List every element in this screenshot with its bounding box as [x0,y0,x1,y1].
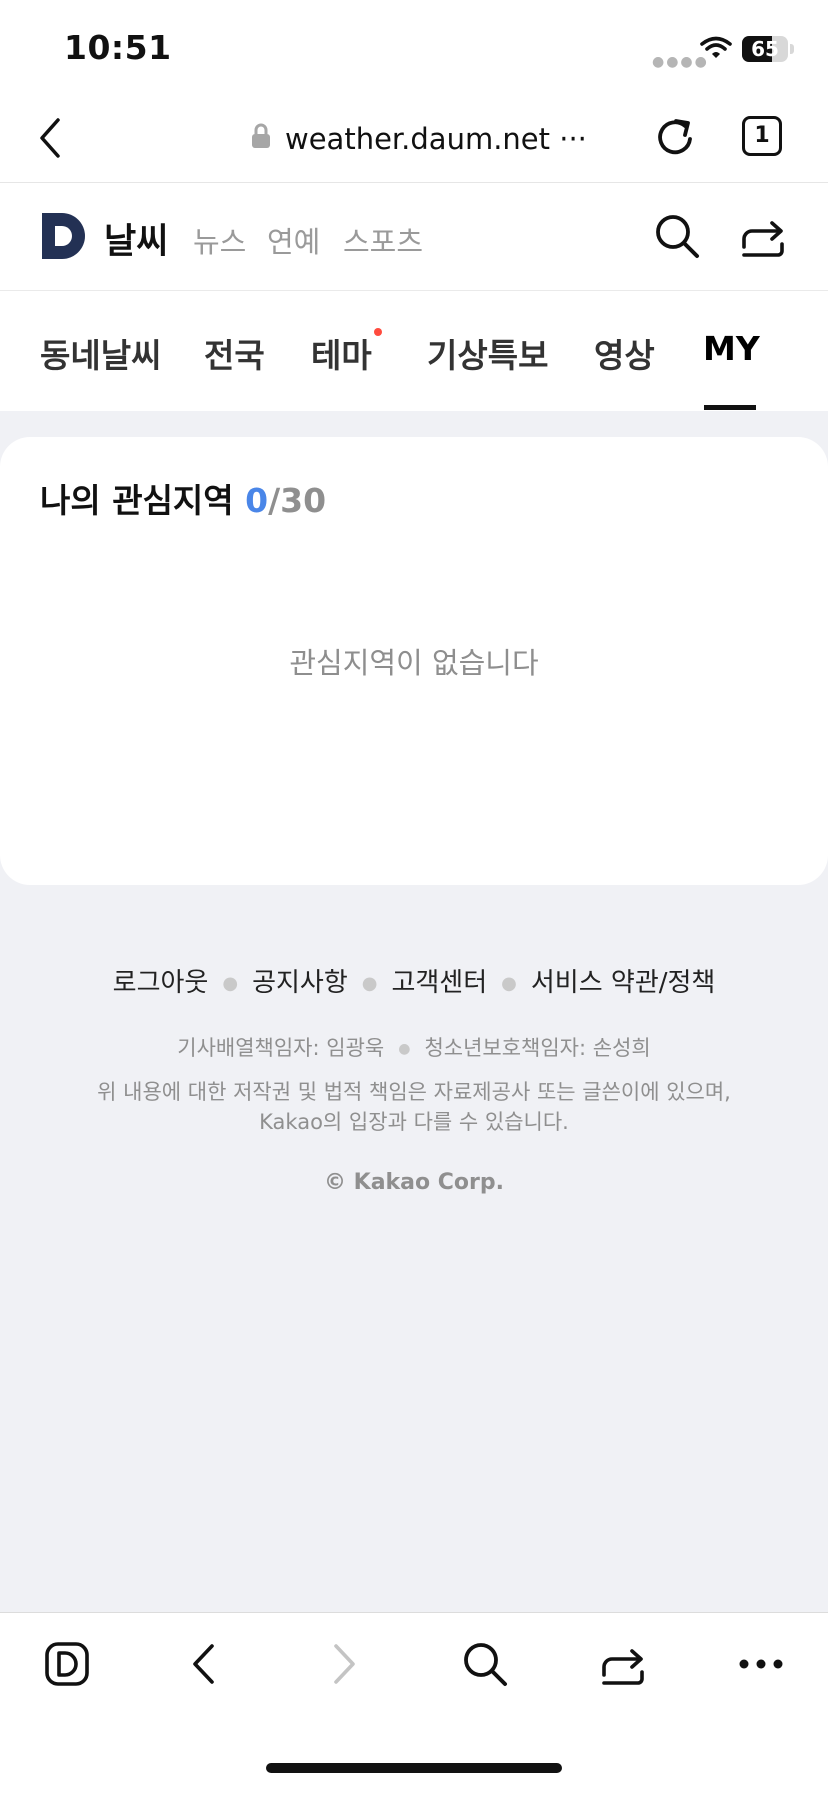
separator-dot: ● [361,973,378,994]
tab-my[interactable]: MY [703,329,760,368]
footer-responsible-persons: 기사배열책임자: 임광욱 ● 청소년보호책임자: 손성희 [0,1032,828,1062]
active-tab-indicator [704,405,756,410]
favorite-count-current: 0 [245,481,269,520]
separator-dot: ● [222,973,239,994]
share-icon[interactable] [600,1641,646,1687]
lock-icon [252,123,270,148]
browser-url-bar: weather.daum.net ··· 1 [0,92,828,183]
search-icon[interactable] [462,1641,508,1687]
separator-dot: ● [398,1041,411,1057]
footer-links: 로그아웃 ● 공지사항 ● 고객센터 ● 서비스 약관/정책 [0,962,828,999]
home-indicator [266,1763,562,1773]
tab-video[interactable]: 영상 [594,329,655,377]
nav-link-sports[interactable]: 스포츠 [343,219,423,261]
more-menu-icon[interactable] [738,1657,784,1671]
nav-link-news[interactable]: 뉴스 [193,219,246,261]
battery-percentage: 65 [751,37,779,61]
share-icon[interactable] [740,213,786,259]
status-time: 10:51 [64,28,172,67]
new-badge-dot [374,328,382,336]
terms-policy-link[interactable]: 서비스 약관/정책 [531,968,715,998]
tab-local-weather[interactable]: 동네날씨 [40,329,161,377]
empty-state-message: 관심지역이 없습니다 [289,646,539,680]
back-chevron-icon[interactable] [38,118,62,158]
daum-logo-icon[interactable] [40,211,88,261]
browser-toolbar [0,1612,828,1793]
weather-logo-text[interactable]: 날씨 [104,213,168,264]
separator-dot: ● [501,973,517,994]
back-arrow-icon[interactable] [190,1643,216,1685]
daum-home-icon[interactable] [44,1641,90,1687]
tab-theme[interactable]: 테마 [311,329,372,377]
forward-arrow-icon [334,1644,355,1684]
favorite-regions-title: 나의 관심지역 0/30 [40,474,326,522]
tabs-button[interactable]: 1 [742,116,782,156]
logout-link[interactable]: 로그아웃 [113,968,209,998]
status-bar: 10:51 ●●●● 65 [0,0,828,92]
battery-tip [790,44,794,54]
url-address[interactable]: weather.daum.net ··· [285,122,587,156]
site-header: 날씨 뉴스 연예 스포츠 [0,183,828,291]
nav-link-entertainment[interactable]: 연예 [267,219,320,261]
copyright-notice: 위 내용에 대한 저작권 및 법적 책임은 자료제공사 또는 글쓴이에 있으며,… [0,1077,828,1137]
reload-icon[interactable] [654,115,698,159]
customer-center-link[interactable]: 고객센터 [391,968,487,998]
editor-in-charge: 기사배열책임자: 임광욱 [177,1036,385,1060]
copyright: © Kakao Corp. [323,1170,505,1195]
favorite-count-total: /30 [268,481,327,520]
battery-icon: 65 [742,36,788,62]
youth-protection-officer: 청소년보호책임자: 손성희 [424,1036,651,1060]
notice-line-2: Kakao의 입장과 다를 수 있습니다. [259,1110,569,1134]
category-tabs: 동네날씨 전국 테마 기상특보 영상 MY [0,291,828,411]
card-title-text: 나의 관심지역 [40,481,234,520]
tab-weather-alerts[interactable]: 기상특보 [427,329,548,377]
wifi-icon [700,36,732,58]
notice-line-1: 위 내용에 대한 저작권 및 법적 책임은 자료제공사 또는 글쓴이에 있으며, [97,1080,731,1104]
notice-link[interactable]: 공지사항 [252,968,348,998]
tab-nationwide[interactable]: 전국 [204,329,265,377]
favorite-regions-card: 나의 관심지역 0/30 관심지역이 없습니다 [0,437,828,885]
search-icon[interactable] [654,213,700,259]
